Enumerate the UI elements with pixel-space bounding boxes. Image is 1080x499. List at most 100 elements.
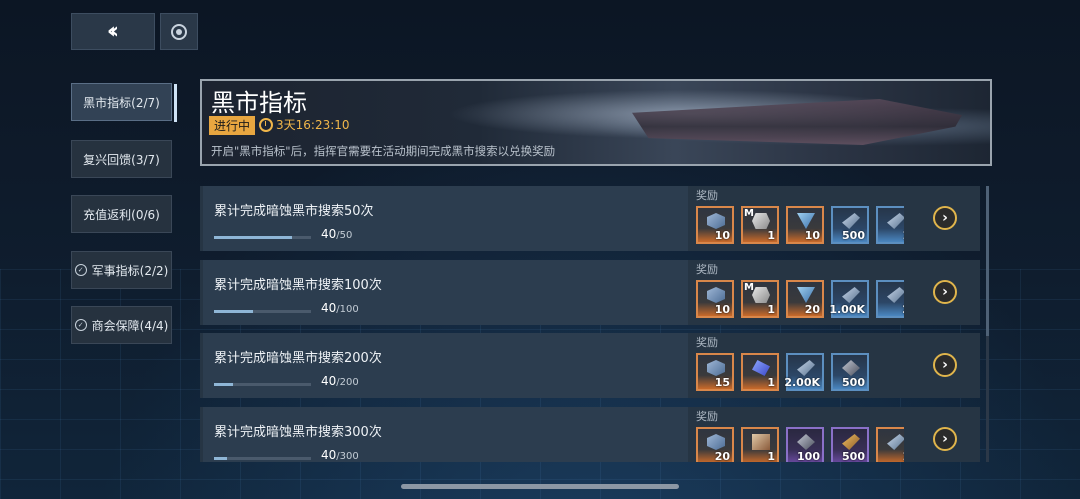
gun-item-icon <box>842 213 860 229</box>
gold-item-icon <box>842 434 860 450</box>
double-chevron-left-icon: ‹‹ <box>106 19 119 44</box>
reward-label: 奖励 <box>696 263 718 276</box>
box-item-icon <box>752 434 770 450</box>
scrollbar-thumb[interactable] <box>986 186 989 336</box>
progress-bar <box>214 310 311 313</box>
progress-current: 40 <box>321 301 337 315</box>
sidebar-item-military[interactable]: ✓ 军事指标(2/2) <box>71 251 172 289</box>
task-row: 累计完成暗蚀黑市搜索100次40/100 奖励 10M1 20 1.00K 2 › <box>200 260 980 325</box>
task-title: 累计完成暗蚀黑市搜索300次 <box>214 425 382 440</box>
reward-item[interactable]: M1 <box>741 280 779 318</box>
sidebar-item-revival[interactable]: 复兴回馈(3/7) <box>71 140 172 178</box>
reward-qty: 1 <box>767 376 775 389</box>
task-row: 累计完成暗蚀黑市搜索300次 40/300 奖励 20 1 100 500 1 › <box>200 407 980 462</box>
back-button[interactable]: ‹‹ <box>71 13 155 50</box>
sidebar-item-guild[interactable]: ✓ 商会保障(4/4) <box>71 306 172 344</box>
cube-item-icon <box>707 434 725 450</box>
sidebar-item-label: 军事指标(2/2) <box>91 263 169 278</box>
reward-qty: 500 <box>842 376 865 389</box>
reward-item[interactable]: 15 <box>696 353 734 391</box>
reward-list: 10M1105001 <box>696 206 904 244</box>
sidebar-item-black-market[interactable]: 黑市指标(2/7) <box>71 83 177 122</box>
event-banner: 黑市指标 进行中 3天16:23:10 开启"黑市指标"后，指挥官需要在活动期间… <box>200 79 992 166</box>
go-button[interactable]: › <box>933 353 957 377</box>
reward-item[interactable]: 1 <box>876 206 904 244</box>
reward-item[interactable]: 1.00K <box>829 280 869 318</box>
go-button[interactable]: › <box>933 280 957 304</box>
reward-item[interactable]: 20 <box>696 427 734 462</box>
progress-text: 40/300 <box>321 448 359 462</box>
dark-item-icon <box>842 360 860 376</box>
sidebar-item-label: 黑市指标(2/7) <box>83 95 160 110</box>
reward-item[interactable]: 10 <box>696 280 734 318</box>
gun-item-icon <box>887 287 904 303</box>
task-title: 累计完成暗蚀黑市搜索200次 <box>214 351 382 366</box>
reward-item[interactable]: 1 <box>876 427 904 462</box>
go-button[interactable]: › <box>933 427 957 451</box>
reward-item[interactable]: 1 <box>741 427 779 462</box>
chevron-right-icon: › <box>942 284 948 300</box>
reward-qty: 20 <box>804 303 820 316</box>
m-mark: M <box>744 208 754 219</box>
countdown-text: 3天16:23:10 <box>276 118 350 132</box>
gun-item-icon <box>887 434 904 450</box>
spaceship-image <box>632 99 962 145</box>
reward-qty: 10 <box>804 229 820 242</box>
task-row: 累计完成暗蚀黑市搜索200次 40/200 奖励 15 1 2.00K 500 › <box>200 333 980 398</box>
task-list[interactable]: 累计完成暗蚀黑市搜索50次40/50奖励10M1105001›累计完成暗蚀黑市搜… <box>200 186 990 462</box>
reward-item[interactable]: 100 <box>786 427 824 462</box>
countdown: 3天16:23:10 <box>259 116 350 133</box>
reward-item[interactable]: 500 <box>831 206 869 244</box>
dark-item-icon <box>797 434 815 450</box>
progress-current: 40 <box>321 374 337 388</box>
reward-item[interactable]: 10 <box>696 206 734 244</box>
progress-bar <box>214 383 311 386</box>
reward-qty: 15 <box>714 376 730 389</box>
reward-qty: 100 <box>797 450 820 462</box>
scrollbar[interactable] <box>986 186 989 462</box>
reward-list: 10M1 20 1.00K 2 <box>696 280 904 318</box>
cube-item-icon <box>707 360 725 376</box>
reward-qty: 2 <box>902 303 904 316</box>
task-info: 累计完成暗蚀黑市搜索200次 40/200 <box>203 333 688 398</box>
reward-item[interactable]: 500 <box>831 353 869 391</box>
reward-item[interactable]: 20 <box>786 280 824 318</box>
home-indicator[interactable] <box>401 484 679 489</box>
reward-item[interactable]: 500 <box>831 427 869 462</box>
sidebar-item-label: 商会保障(4/4) <box>91 318 169 333</box>
task-info: 累计完成暗蚀黑市搜索300次 40/300 <box>203 407 688 462</box>
task-info: 累计完成暗蚀黑市搜索100次 40/100 <box>203 260 688 325</box>
check-icon: ✓ <box>74 264 87 276</box>
m-mark: M <box>744 282 754 293</box>
reward-label: 奖励 <box>696 336 718 349</box>
reward-item[interactable]: 2 <box>876 280 904 318</box>
reward-qty: 1 <box>767 229 775 242</box>
chevron-right-icon: › <box>942 357 948 373</box>
reward-item[interactable]: 1 <box>741 353 779 391</box>
reward-item[interactable]: 2.00K <box>784 353 824 391</box>
progress-fill <box>214 457 227 460</box>
tri-item-icon <box>797 287 815 303</box>
task-title: 累计完成暗蚀黑市搜索50次 <box>214 204 374 219</box>
progress-total: /300 <box>336 451 359 462</box>
reward-item[interactable]: M1 <box>741 206 779 244</box>
status-badge: 进行中 <box>209 116 256 135</box>
go-button[interactable]: › <box>933 206 957 230</box>
reward-item[interactable]: 10 <box>786 206 824 244</box>
task-row: 累计完成暗蚀黑市搜索50次40/50奖励10M1105001› <box>200 186 980 251</box>
reward-qty: 20 <box>714 450 730 462</box>
progress-fill <box>214 383 234 386</box>
chevron-right-icon: › <box>942 431 948 447</box>
clock-icon <box>259 117 273 132</box>
progress-total: /100 <box>336 304 359 315</box>
progress-total: /50 <box>336 230 353 241</box>
reward-qty: 1 <box>767 450 775 462</box>
crystal-item-icon <box>752 360 770 376</box>
task-info: 累计完成暗蚀黑市搜索50次 40/50 <box>203 186 688 251</box>
reward-label: 奖励 <box>696 189 718 202</box>
gun-item-icon <box>887 213 904 229</box>
reward-list: 15 1 2.00K 500 <box>696 353 904 391</box>
refresh-button[interactable] <box>160 13 198 50</box>
sidebar-item-recharge[interactable]: 充值返利(0/6) <box>71 195 172 233</box>
gun-item-icon <box>842 287 860 303</box>
